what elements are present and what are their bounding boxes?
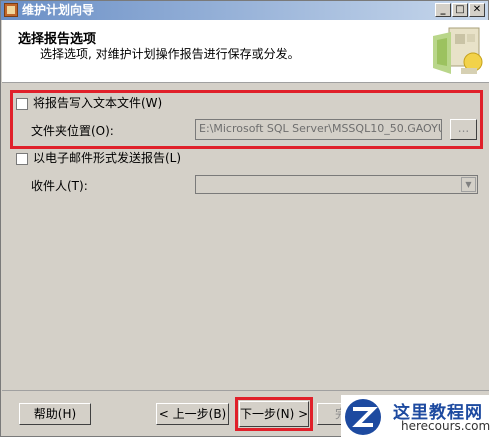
window-title: 维护计划向导 [22, 3, 95, 17]
minimize-icon[interactable]: _ [435, 3, 451, 17]
wizard-header: 选择报告选项 选择选项, 对维护计划操作报告进行保存或分发。 [2, 20, 489, 83]
text-file-checkbox[interactable] [16, 98, 28, 110]
recipient-label: 收件人(T): [31, 179, 88, 193]
maximize-icon[interactable]: □ [452, 3, 468, 17]
text-file-label: 将报告写入文本文件(W) [33, 96, 163, 110]
close-icon[interactable]: ✕ [469, 3, 485, 17]
dropdown-arrow-icon[interactable]: ▼ [461, 177, 476, 192]
wizard-content: 将报告写入文本文件(W) 文件夹位置(O): E:\Microsoft SQL … [2, 83, 489, 403]
folder-location-input[interactable]: E:\Microsoft SQL Server\MSSQL10_50.GAOYU… [195, 119, 442, 140]
footer-divider [2, 390, 489, 391]
watermark: 这里教程网 herecours.com [341, 395, 491, 439]
help-button[interactable]: 帮助(H) [19, 403, 91, 425]
browse-button[interactable]: ... [450, 119, 477, 140]
page-description: 选择选项, 对维护计划操作报告进行保存或分发。 [40, 47, 300, 61]
site-logo-icon [345, 399, 381, 435]
back-button[interactable]: < 上一步(B) [156, 403, 229, 425]
recipient-select[interactable] [195, 175, 478, 194]
wizard-graphic-icon [433, 27, 483, 74]
app-icon [4, 3, 18, 17]
next-button[interactable]: 下一步(N) > [239, 401, 309, 427]
email-label: 以电子邮件形式发送报告(L) [33, 151, 182, 165]
folder-location-label: 文件夹位置(O): [31, 124, 114, 138]
wizard-window: 维护计划向导 _ □ ✕ 选择报告选项 选择选项, 对维护计划操作报告进行保存或… [0, 0, 489, 437]
watermark-url: herecours.com [401, 419, 491, 433]
title-bar[interactable]: 维护计划向导 _ □ ✕ [1, 1, 488, 20]
email-checkbox[interactable] [16, 153, 28, 165]
